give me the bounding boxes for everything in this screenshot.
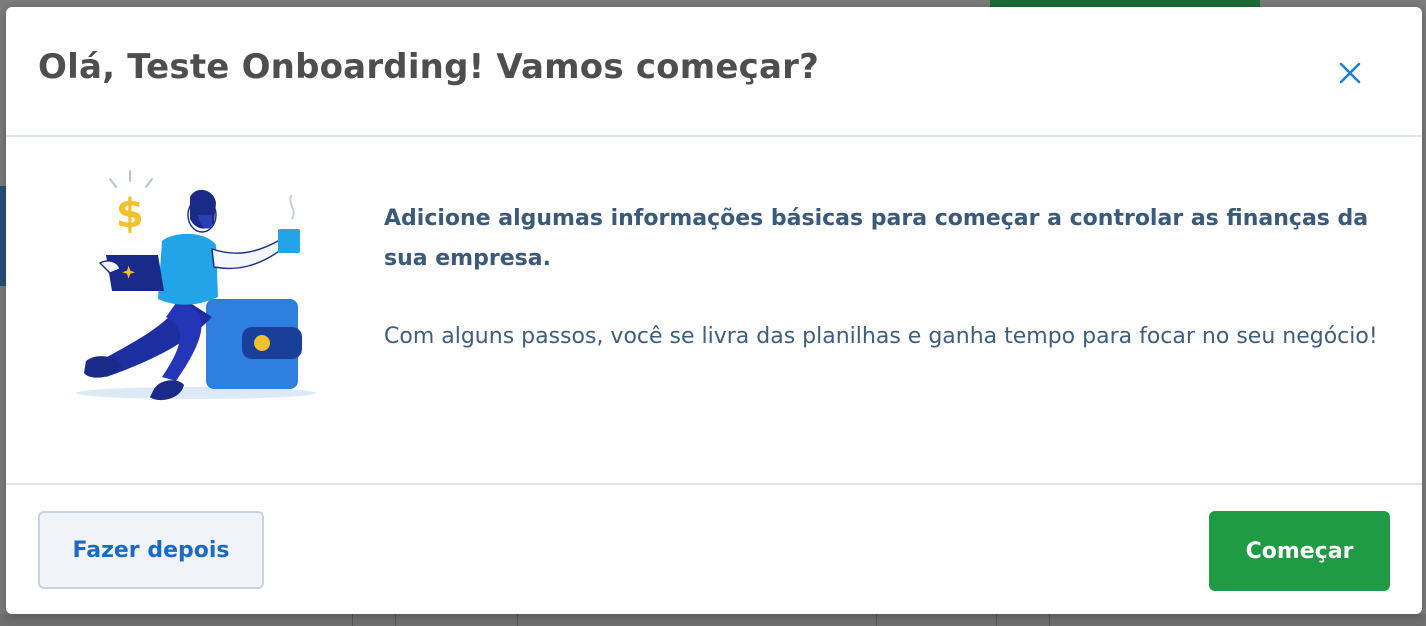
modal-body: $ Adicione algumas informações básicas p… [6, 137, 1422, 483]
do-later-button[interactable]: Fazer depois [38, 511, 264, 589]
background-table-edge [0, 614, 1426, 626]
close-icon [1339, 62, 1361, 84]
onboarding-modal: Olá, Teste Onboarding! Vamos começar? $ [6, 7, 1422, 614]
start-button[interactable]: Começar [1209, 511, 1390, 591]
secondary-text: Com alguns passos, você se livra das pla… [384, 324, 1378, 349]
modal-header: Olá, Teste Onboarding! Vamos começar? [6, 7, 1422, 137]
modal-footer: Fazer depois Começar [6, 483, 1422, 614]
dollar-icon: $ [116, 191, 144, 237]
intro-text: Adicione algumas informações básicas par… [384, 199, 1394, 357]
close-button[interactable] [1332, 55, 1368, 91]
person-with-wallet-illustration: $ [76, 170, 316, 401]
modal-title: Olá, Teste Onboarding! Vamos começar? [38, 47, 820, 87]
lead-text: Adicione algumas informações básicas par… [384, 206, 1369, 271]
